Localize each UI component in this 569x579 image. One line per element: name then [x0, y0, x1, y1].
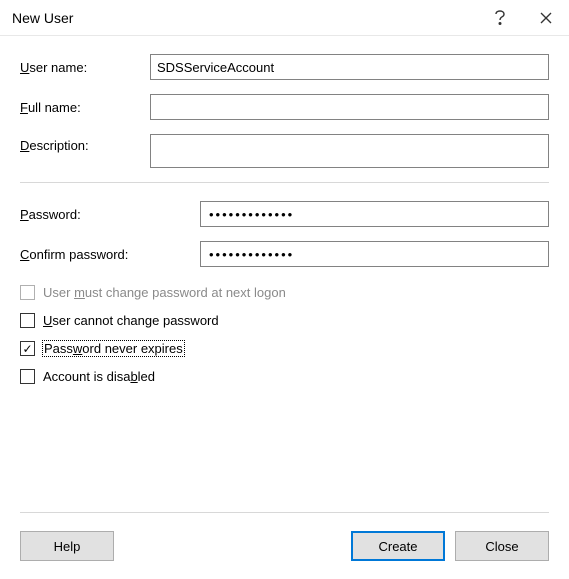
- username-label: User name:: [20, 60, 150, 75]
- checkbox-label: Password never expires: [43, 341, 184, 356]
- checkbox-never-expires[interactable]: Password never expires: [20, 341, 549, 356]
- confirm-label: Confirm password:: [20, 247, 200, 262]
- checkbox-icon: [20, 285, 35, 300]
- checkbox-icon[interactable]: [20, 313, 35, 328]
- titlebar: New User: [0, 0, 569, 36]
- divider: [20, 182, 549, 183]
- fullname-field[interactable]: [150, 94, 549, 120]
- create-button[interactable]: Create: [351, 531, 445, 561]
- description-field[interactable]: [150, 134, 549, 168]
- window-title: New User: [12, 10, 477, 26]
- divider: [20, 512, 549, 513]
- checkbox-must-change: User must change password at next logon: [20, 285, 549, 300]
- checkbox-icon[interactable]: [20, 341, 35, 356]
- checkbox-disabled[interactable]: Account is disabled: [20, 369, 549, 384]
- description-label: Description:: [20, 134, 150, 153]
- checkbox-label: Account is disabled: [43, 369, 155, 384]
- footer: Help Create Close: [20, 512, 549, 561]
- close-icon[interactable]: [523, 0, 569, 36]
- username-field[interactable]: [150, 54, 549, 80]
- checkbox-label: User must change password at next logon: [43, 285, 286, 300]
- help-button[interactable]: Help: [20, 531, 114, 561]
- checkbox-cannot-change[interactable]: User cannot change password: [20, 313, 549, 328]
- dialog-content: User name: Full name: Description: Passw…: [0, 36, 569, 384]
- password-field[interactable]: [200, 201, 549, 227]
- close-button[interactable]: Close: [455, 531, 549, 561]
- fullname-label: Full name:: [20, 100, 150, 115]
- checkbox-icon[interactable]: [20, 369, 35, 384]
- help-icon[interactable]: [477, 0, 523, 36]
- checkbox-label: User cannot change password: [43, 313, 219, 328]
- confirm-field[interactable]: [200, 241, 549, 267]
- password-label: Password:: [20, 207, 200, 222]
